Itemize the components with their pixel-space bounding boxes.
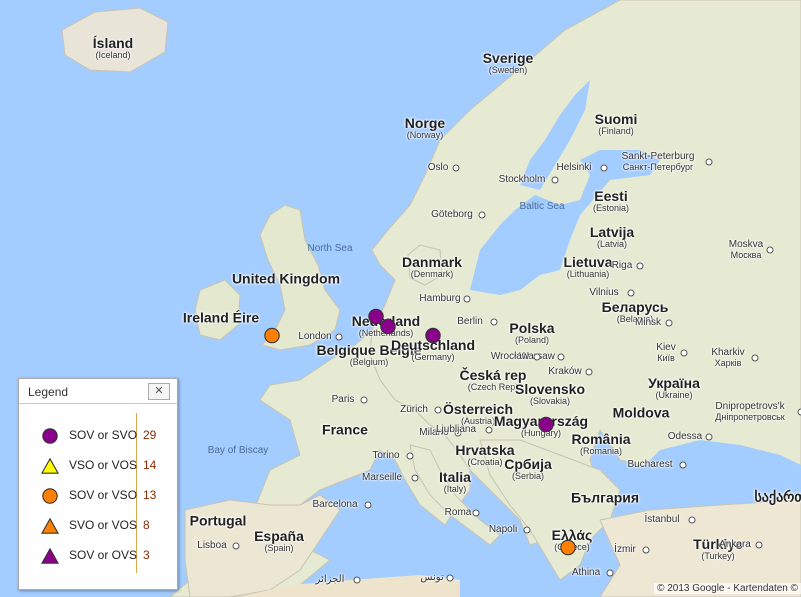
city-dot-icon: [490, 318, 498, 326]
legend-close-button[interactable]: ✕: [148, 383, 170, 400]
city-dot-icon: [705, 158, 713, 166]
city-dot-icon: [485, 426, 493, 434]
legend-circle-icon: [41, 487, 59, 505]
legend-item-count: 13: [143, 488, 157, 502]
city-dot-icon: [335, 333, 343, 341]
city-dot-icon: [755, 541, 763, 549]
legend-item: SOV or SVO 29: [19, 423, 177, 447]
legend-panel: Legend ✕ SOV or SVO 29 VSO or VOS 14 SOV or …: [18, 378, 178, 590]
legend-circle-icon: [41, 427, 59, 445]
city-dot-icon: [557, 353, 565, 361]
city-dot-icon: [636, 262, 644, 270]
city-dot-icon: [606, 569, 614, 577]
city-dot-icon: [360, 396, 368, 404]
city-dot-icon: [551, 176, 559, 184]
legend-item-label: SOV or OVS: [69, 548, 138, 562]
legend-item-label: VSO or VOS: [69, 458, 138, 472]
language-marker-circle-icon[interactable]: [263, 327, 281, 350]
city-dot-icon: [600, 164, 608, 172]
city-dot-icon: [406, 452, 414, 460]
city-dot-icon: [523, 526, 531, 534]
city-dot-icon: [364, 501, 372, 509]
legend-triangle-icon: [40, 457, 60, 475]
legend-triangle-icon: [40, 517, 60, 535]
legend-item-count: 8: [143, 518, 150, 532]
city-dot-icon: [766, 246, 774, 254]
city-dot-icon: [434, 406, 442, 414]
city-dot-icon: [411, 474, 419, 482]
city-dot-icon: [533, 353, 541, 361]
map-copyright: © 2013 Google - Kartendaten ©: [654, 583, 801, 594]
legend-item-label: SOV or VSO: [69, 488, 138, 502]
city-dot-icon: [472, 509, 480, 517]
legend-item-label: SOV or SVO: [69, 428, 138, 442]
city-dot-icon: [665, 319, 673, 327]
close-icon: ✕: [154, 385, 164, 397]
city-dot-icon: [797, 408, 801, 416]
legend-item-count: 29: [143, 428, 157, 442]
language-marker-circle-icon[interactable]: [379, 318, 397, 341]
legend-item: SVO or VOS 8: [19, 513, 177, 537]
city-dot-icon: [446, 574, 454, 582]
city-dot-icon: [627, 289, 635, 297]
legend-triangle-icon: [40, 547, 60, 565]
legend-item-count: 14: [143, 458, 157, 472]
city-dot-icon: [680, 349, 688, 357]
language-marker-circle-icon[interactable]: [424, 327, 442, 350]
legend-title: Legend: [28, 385, 69, 399]
legend-item-label: SVO or VOS: [69, 518, 138, 532]
city-dot-icon: [232, 542, 240, 550]
language-marker-circle-icon[interactable]: [537, 416, 555, 439]
city-dot-icon: [688, 516, 696, 524]
city-dot-icon: [751, 354, 759, 362]
legend-item-count: 3: [143, 548, 150, 562]
city-dot-icon: [679, 461, 687, 469]
legend-item: VSO or VOS 14: [19, 453, 177, 477]
city-dot-icon: [452, 164, 460, 172]
city-dot-icon: [478, 211, 486, 219]
legend-item: SOV or VSO 13: [19, 483, 177, 507]
city-dot-icon: [642, 546, 650, 554]
language-marker-circle-icon[interactable]: [559, 539, 577, 562]
city-dot-icon: [585, 368, 593, 376]
city-dot-icon: [454, 429, 462, 437]
legend-item: SOV or OVS 3: [19, 543, 177, 567]
legend-header: Legend ✕: [19, 379, 177, 404]
city-dot-icon: [353, 576, 361, 584]
city-dot-icon: [705, 433, 713, 441]
city-dot-icon: [463, 295, 471, 303]
